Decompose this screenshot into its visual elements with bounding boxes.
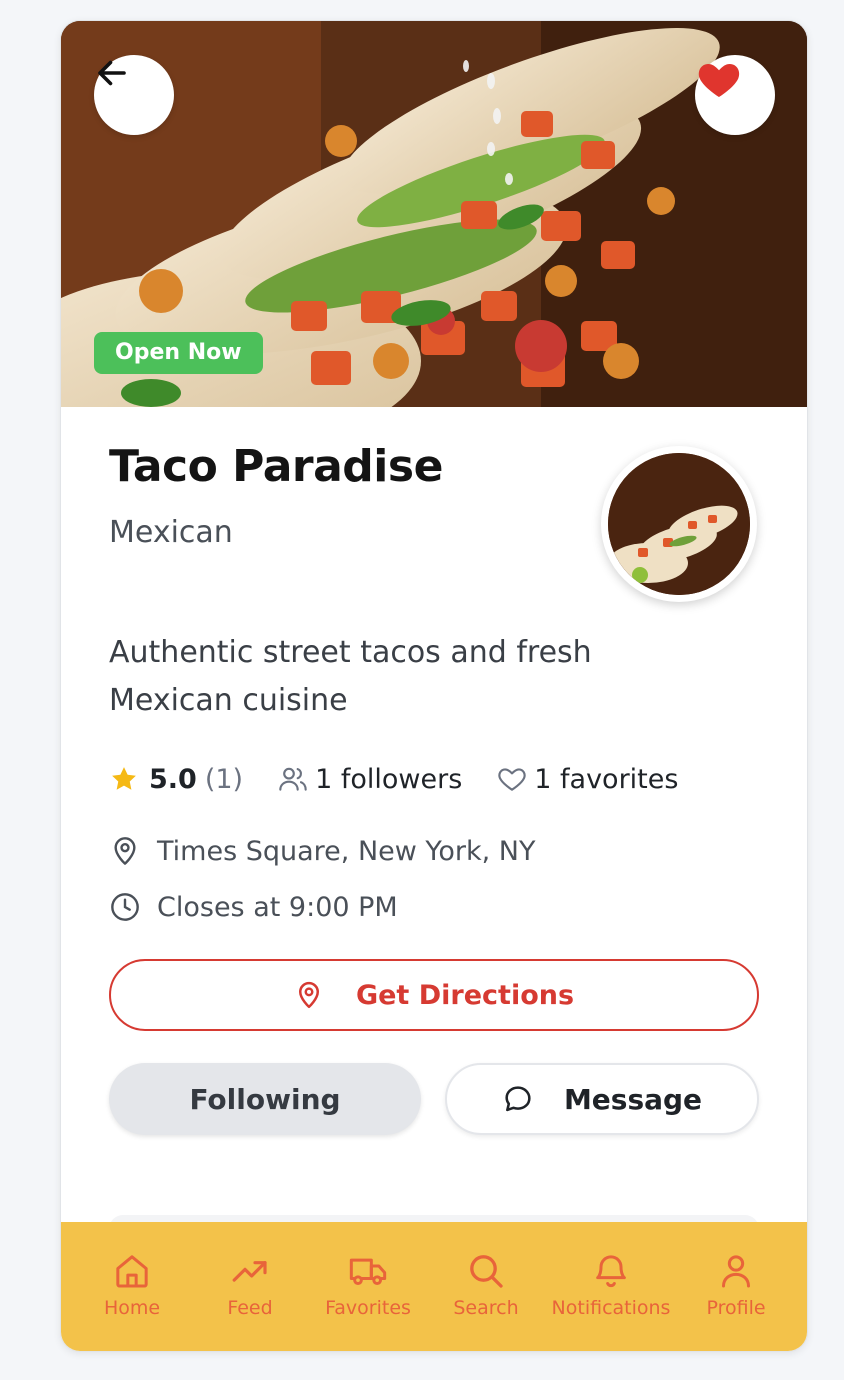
nav-item-feed[interactable]: Feed [185, 1222, 315, 1351]
chat-bubble-icon [505, 1086, 531, 1112]
truck-icon [349, 1258, 387, 1285]
restaurant-description: Authentic street tacos and fresh Mexican… [109, 635, 592, 718]
arrow-left-icon [98, 60, 126, 86]
nav-label-home: Home [103, 1297, 161, 1319]
star-icon [112, 767, 136, 790]
back-button[interactable] [94, 55, 174, 135]
search-icon [470, 1255, 503, 1288]
rating-count: (1) [204, 763, 244, 795]
user-icon [722, 1255, 750, 1288]
favorites-group[interactable]: 1 favorites [496, 763, 678, 795]
restaurant-name: Taco Paradise [109, 441, 443, 492]
nav-item-profile[interactable]: Profile [671, 1222, 801, 1351]
nav-label-profile: Profile [706, 1297, 766, 1319]
get-directions-button[interactable]: Get Directions [109, 959, 759, 1031]
nav-label-favorites: Favorites [325, 1297, 411, 1319]
bottom-navigation: Home Feed Favorites Search Notifications… [61, 1222, 807, 1351]
clock-icon [111, 893, 139, 921]
followers-group[interactable]: 1 followers [277, 763, 462, 795]
rating-group: 5.0 (1) [109, 764, 243, 795]
cuisine-label: Mexican [109, 515, 233, 550]
map-pin-icon [114, 837, 136, 865]
stats-row: 5.0 (1) 1 followers 1 favorites [109, 759, 678, 799]
rating-value: 5.0 [149, 763, 197, 795]
favorites-count: 1 favorites [534, 763, 679, 795]
message-label: Message [563, 1082, 703, 1116]
message-button[interactable]: Message [445, 1063, 759, 1135]
tacos-thumbnail [608, 453, 750, 595]
nav-label-search: Search [453, 1297, 519, 1319]
nav-label-notifications: Notifications [551, 1297, 671, 1319]
get-directions-label: Get Directions [355, 979, 575, 1011]
location-row: Times Square, New York, NY [109, 833, 535, 869]
avatar-image [608, 453, 750, 595]
hero-image: Open Now [61, 21, 807, 407]
users-icon [279, 767, 307, 791]
hours-text: Closes at 9:00 PM [157, 891, 398, 923]
heart-outline-icon [498, 768, 526, 791]
restaurant-avatar [601, 446, 757, 602]
nav-item-favorites[interactable]: Favorites [303, 1222, 433, 1351]
location-text: Times Square, New York, NY [157, 835, 536, 867]
nav-item-search[interactable]: Search [421, 1222, 551, 1351]
restaurant-card: Open Now Taco Paradise Mexican Authentic… [60, 20, 808, 1352]
home-icon [116, 1255, 148, 1288]
nav-item-home[interactable]: Home [67, 1222, 197, 1351]
following-button[interactable]: Following [109, 1063, 421, 1135]
followers-count: 1 followers [315, 763, 463, 795]
nav-label-feed: Feed [227, 1297, 273, 1319]
heart-icon [698, 64, 740, 97]
nav-item-notifications[interactable]: Notifications [546, 1222, 676, 1351]
favorite-button[interactable] [695, 55, 775, 135]
open-status-badge: Open Now [94, 332, 263, 374]
hours-row: Closes at 9:00 PM [109, 889, 398, 925]
map-pin-icon [298, 981, 319, 1009]
trending-up-icon [232, 1261, 267, 1282]
bell-icon [596, 1255, 626, 1288]
